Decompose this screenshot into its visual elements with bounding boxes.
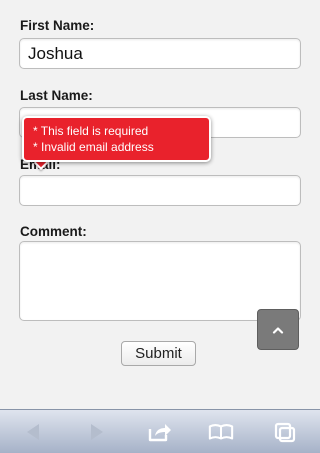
back-arrow-icon	[27, 424, 39, 440]
first-name-input[interactable]: Joshua	[19, 38, 301, 69]
last-name-label: Last Name:	[20, 88, 93, 103]
browser-toolbar	[0, 409, 320, 453]
bookmarks-button[interactable]	[208, 420, 234, 444]
pages-icon	[274, 422, 296, 443]
validation-tooltip: * This field is required * Invalid email…	[22, 116, 211, 162]
bookmarks-icon	[208, 424, 234, 440]
share-icon	[148, 424, 171, 442]
submit-button[interactable]: Submit	[121, 341, 196, 366]
scroll-to-top-button[interactable]	[257, 309, 299, 350]
back-button[interactable]	[20, 420, 46, 444]
validation-message-required: * This field is required	[33, 124, 149, 138]
share-button[interactable]	[147, 420, 173, 444]
email-input[interactable]	[19, 175, 301, 206]
comment-label: Comment:	[20, 224, 87, 239]
forward-button[interactable]	[84, 420, 110, 444]
chevron-up-icon	[272, 326, 284, 334]
forward-arrow-icon	[91, 424, 103, 440]
validation-message-email: * Invalid email address	[33, 140, 154, 154]
pages-button[interactable]	[272, 420, 298, 444]
first-name-label: First Name:	[20, 18, 95, 33]
